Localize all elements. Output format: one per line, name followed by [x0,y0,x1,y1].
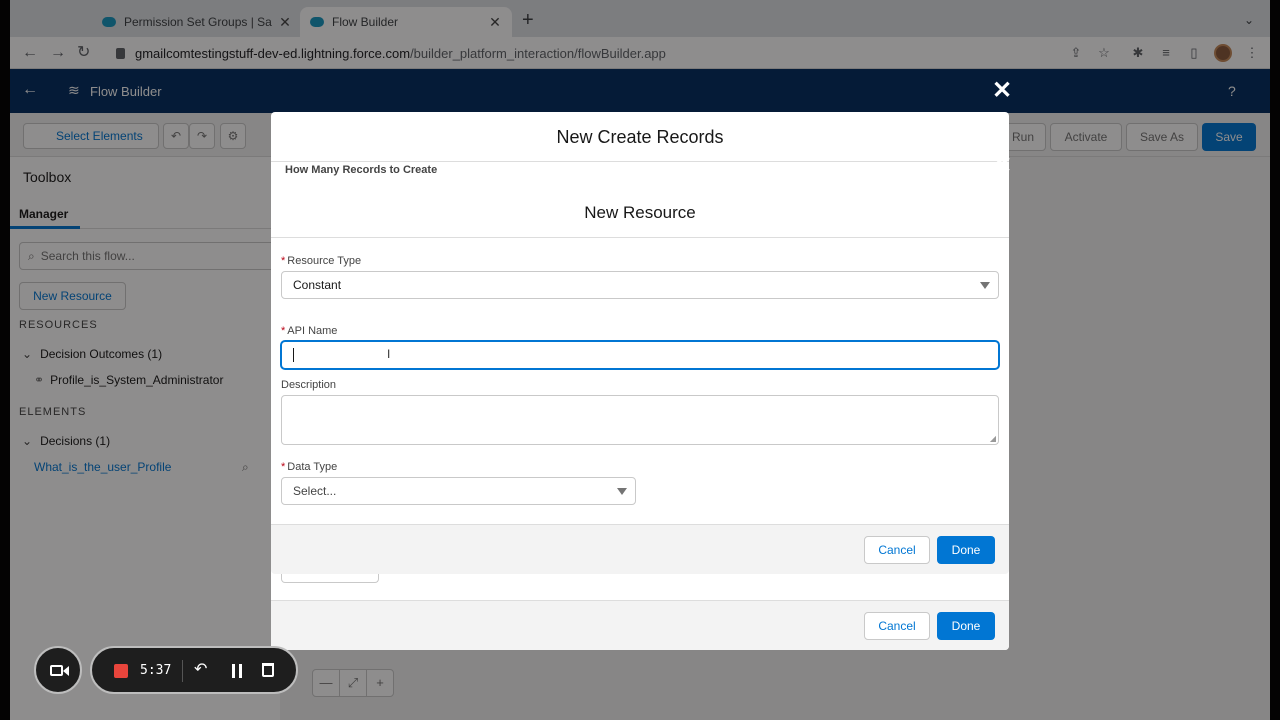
recording-timer: 5:37 [140,663,172,678]
cancel-button[interactable]: Cancel [864,612,930,640]
close-modal-icon[interactable]: ✕ [992,154,1012,178]
divider [182,660,183,682]
trash-icon[interactable] [262,663,274,677]
chevron-down-icon [617,488,627,495]
data-type-select[interactable]: Select... [281,477,636,505]
description-textarea[interactable]: ◢ [281,395,999,445]
pause-icon[interactable] [232,664,242,678]
restart-icon[interactable]: ↶ [194,660,207,680]
data-type-value: Select... [293,484,337,498]
resource-type-label: * Resource Type [281,255,362,267]
modal-footer: Cancel Done [271,524,1009,574]
video-camera-icon [50,665,63,676]
chevron-down-icon [980,282,990,289]
resize-grip-icon[interactable]: ◢ [990,434,996,443]
how-many-records-label: How Many Records to Create [285,164,438,176]
api-name-label: * API Name [281,325,338,337]
modal-footer: Cancel Done [271,600,1009,650]
done-button[interactable]: Done [937,612,995,640]
required-asterisk: * [281,255,286,267]
modal-title: New Create Records [271,112,1009,162]
new-resource-modal: New Resource * Resource Type Constant * AP… [271,187,1009,574]
camera-toggle-button[interactable] [34,646,82,694]
modal-title: New Resource [271,187,1009,238]
recording-controls: 5:37 ↶ [90,646,298,694]
video-camera-lens [63,666,69,676]
done-button[interactable]: Done [937,536,995,564]
data-type-label: * Data Type [281,461,338,473]
resource-type-value: Constant [293,278,342,292]
resource-type-select[interactable]: Constant [281,271,999,299]
required-asterisk: * [281,461,286,473]
text-caret [293,348,294,362]
stop-recording-icon[interactable] [114,664,128,678]
ibeam-cursor-icon: I [387,347,391,361]
description-label: Description [281,379,337,391]
required-asterisk: * [281,325,286,337]
close-builder-icon[interactable]: ✕ [992,79,1012,103]
cancel-button[interactable]: Cancel [864,536,930,564]
